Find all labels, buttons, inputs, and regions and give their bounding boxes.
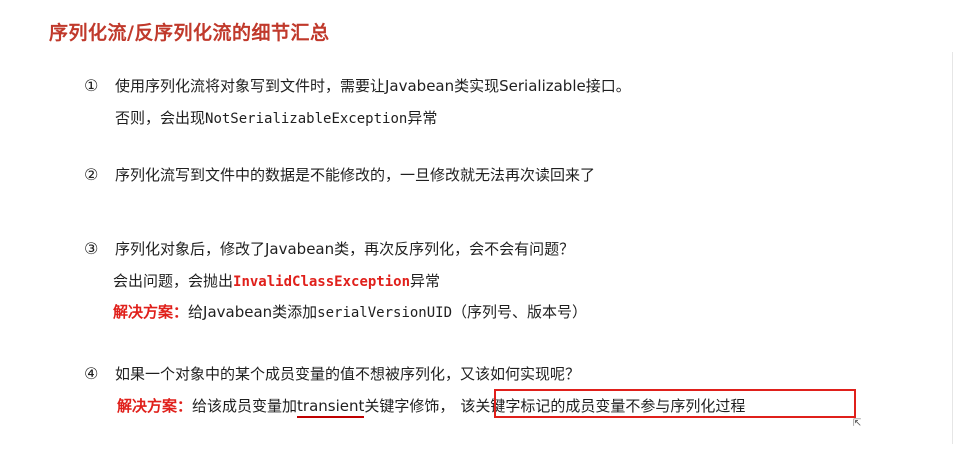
item-1-line2-suffix: 异常 (407, 109, 438, 127)
page-title: 序列化流/反序列化流的细节汇总 (49, 22, 330, 44)
highlight-box (494, 389, 856, 418)
item-1-line2-prefix: 否则，会出现 (115, 109, 206, 127)
item-2-line1: 序列化流写到文件中的数据是不能修改的，一旦修改就无法再次读回来了 (115, 166, 596, 184)
item-3-line1: 序列化对象后，修改了Javabean类，再次反序列化，会不会有问题？ (115, 240, 575, 258)
item-1-exception-code: NotSerializableException (205, 111, 408, 127)
item-3-line2-suffix: 异常 (410, 272, 441, 290)
right-divider (952, 52, 953, 444)
item-3-serial-code: serialVersionUID (317, 305, 453, 321)
item-4-number: ④ (84, 364, 99, 383)
item-1-line2: 否则，会出现NotSerializableException异常 (115, 108, 437, 129)
item-3-solution-label: 解决方案： (113, 303, 189, 321)
item-1-line1: 使用序列化流将对象写到文件时，需要让Javabean类实现Serializabl… (115, 77, 631, 95)
item-3-line2-prefix: 会出问题，会抛出 (113, 272, 234, 290)
item-4-line1: 如果一个对象中的某个成员变量的值不想被序列化，又该如何实现呢？ (115, 365, 581, 383)
item-3-line2: 会出问题，会抛出InvalidClassException异常 (113, 271, 440, 292)
item-4-line2-prefix: 给该成员变量加 (192, 397, 298, 415)
item-4-transient-keyword: transient (297, 397, 365, 418)
item-3-number: ③ (84, 239, 99, 258)
item-4-line2-middle: 关键字修饰， (364, 397, 455, 415)
item-3-line3-prefix: 给Javabean类添加 (188, 303, 318, 321)
mouse-cursor-icon: ⇱ (853, 418, 862, 429)
item-3-line3-suffix: （序列号、版本号） (452, 303, 588, 321)
item-1-number: ① (84, 76, 99, 95)
item-3-exception-code: InvalidClassException (233, 274, 411, 290)
item-4-solution-label: 解决方案： (117, 397, 193, 415)
item-3-line3: 解决方案：给Javabean类添加serialVersionUID（序列号、版本… (113, 302, 587, 323)
item-2-number: ② (84, 165, 99, 184)
